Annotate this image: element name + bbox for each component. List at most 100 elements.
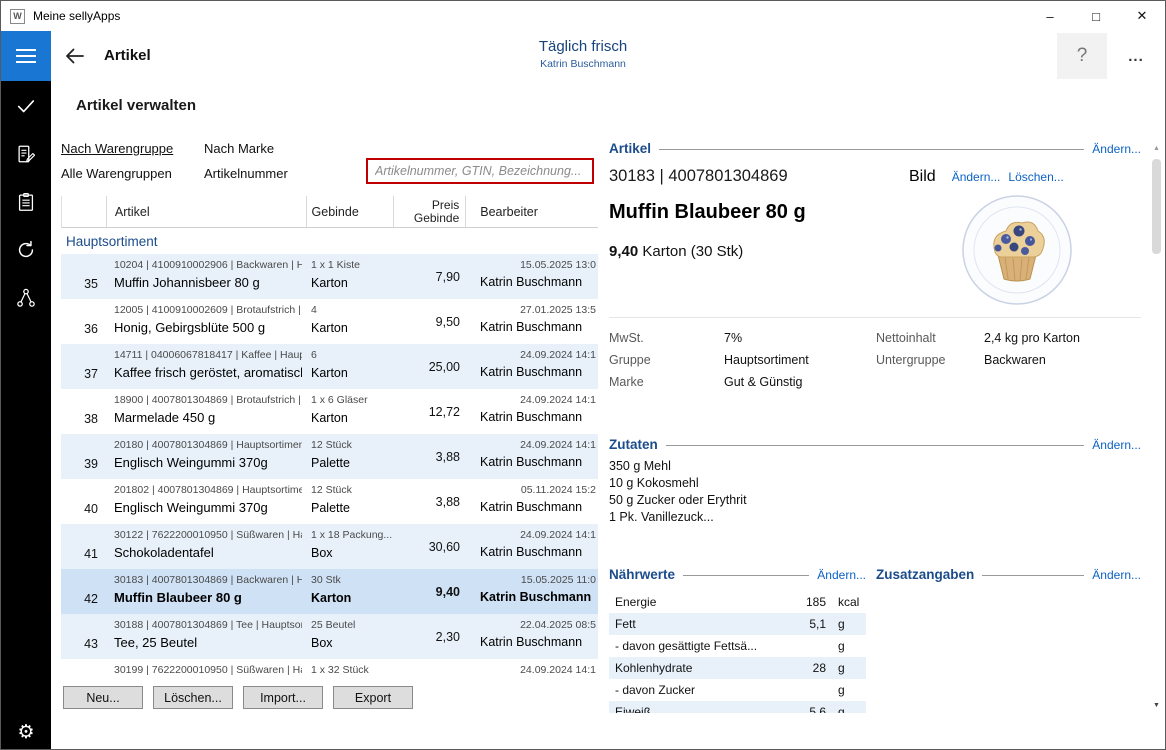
row-price: 2,30 (394, 614, 466, 659)
sync-icon[interactable] (14, 238, 38, 262)
col-header-bearbeiter[interactable]: Bearbeiter (466, 196, 598, 227)
row-bearbeiter: 24.09.2024 14:1 Katrin Buschmann (466, 434, 598, 479)
row-name: Muffin Johannisbeer 80 g (114, 275, 302, 290)
scroll-down-icon[interactable]: ▼ (1149, 698, 1164, 713)
filter-artikelnummer[interactable]: Artikelnummer (204, 166, 288, 181)
group-header-hauptsortiment: Hauptsortiment (61, 228, 598, 254)
filter-tab-marke[interactable]: Nach Marke (204, 141, 274, 156)
row-gebinde: 1 x 6 Gläser Karton (306, 389, 394, 434)
table-row[interactable]: 36 12005 | 4100910002609 | Brotaufstrich… (61, 299, 598, 344)
row-bearbeiter: 24.09.2024 14:1 Katrin Buschmann (466, 524, 598, 569)
article-table: Artikel Gebinde Preis Gebinde Bearbeiter… (61, 196, 598, 680)
article-detail-panel: Artikel Ändern... 30183 | 4007801304869 … (609, 141, 1141, 721)
bild-section-title: Bild (909, 168, 936, 186)
table-row[interactable]: 41 30122 | 7622200010950 | Süßwaren | Ha… (61, 524, 598, 569)
detail-scrollbar[interactable]: ▲ ▼ (1149, 141, 1164, 713)
mwst-value: 7% (724, 331, 742, 345)
row-artikel: 10204 | 4100910002906 | Backwaren | Hau.… (106, 254, 306, 299)
maximize-button[interactable]: □ (1073, 1, 1119, 31)
section-title: Artikel verwalten (76, 97, 196, 114)
row-bearbeiter: 05.11.2024 15:2 Katrin Buschmann (466, 479, 598, 524)
ingredient-item: 10 g Kokosmehl (609, 475, 747, 492)
naehrwerte-section-header: Nährwerte Ändern... (609, 567, 866, 582)
import-button[interactable]: Import... (243, 686, 323, 709)
search-input[interactable] (366, 158, 594, 184)
mwst-label: MwSt. (609, 331, 724, 345)
app-window: W Meine sellyApps – □ ✕ Artikel Täglich … (0, 0, 1166, 750)
edit-note-icon[interactable] (14, 142, 38, 166)
row-number: 37 (61, 344, 106, 389)
row-artikel: 30199 | 7622200010950 | Süßwaren | Hau..… (106, 659, 306, 680)
row-artikel: 14711 | 04006067818417 | Kaffee | Haupts… (106, 344, 306, 389)
col-header-gebinde[interactable]: Gebinde (307, 196, 395, 227)
row-bearbeiter: 24.09.2024 14:1 (466, 659, 598, 680)
row-number: 44 (61, 659, 106, 680)
article-price-unit: Karton (30 Stk) (638, 243, 743, 260)
untergruppe-label: Untergruppe (876, 353, 984, 367)
filter-all-warengruppen[interactable]: Alle Warengruppen (61, 166, 172, 181)
table-row[interactable]: 43 30188 | 4007801304869 | Tee | Hauptso… (61, 614, 598, 659)
delete-button[interactable]: Löschen... (153, 686, 233, 709)
zutaten-change-link[interactable]: Ändern... (1092, 438, 1141, 452)
more-button[interactable]: ... (1115, 37, 1157, 75)
sidebar: ⚙ (1, 81, 51, 750)
naehrwerte-change-link[interactable]: Ändern... (817, 568, 866, 582)
page-title: Artikel (104, 47, 151, 64)
table-row[interactable]: 38 18900 | 4007801304869 | Brotaufstrich… (61, 389, 598, 434)
zusatzangaben-section-header: Zusatzangaben Ändern... (876, 567, 1141, 582)
scroll-up-icon[interactable]: ▲ (1149, 141, 1164, 156)
help-button[interactable]: ? (1057, 33, 1107, 79)
export-button[interactable]: Export (333, 686, 413, 709)
article-image-muffin (961, 194, 1073, 306)
nutrition-row: - davon Zucker g (609, 679, 866, 701)
zusatzangaben-change-link[interactable]: Ändern... (1092, 568, 1141, 582)
bild-section-header: Bild Ändern... Löschen... (909, 168, 1141, 186)
gruppe-label: Gruppe (609, 353, 724, 367)
bild-delete-link[interactable]: Löschen... (1008, 170, 1063, 184)
row-gebinde: 12 Stück Palette (306, 434, 394, 479)
bild-change-link[interactable]: Ändern... (952, 170, 1001, 184)
share-icon[interactable] (14, 286, 38, 310)
table-row[interactable]: 44 30199 | 7622200010950 | Süßwaren | Ha… (61, 659, 598, 680)
settings-gear-icon[interactable]: ⚙ (17, 721, 34, 743)
menu-button[interactable] (1, 31, 51, 81)
scrollbar-thumb[interactable] (1152, 159, 1161, 254)
row-number: 38 (61, 389, 106, 434)
row-price (394, 659, 466, 680)
clipboard-icon[interactable] (14, 190, 38, 214)
row-bearbeiter: 24.09.2024 14:1 Katrin Buschmann (466, 389, 598, 434)
check-icon[interactable] (14, 94, 38, 118)
hamburger-icon (16, 49, 36, 51)
col-header-preis[interactable]: Preis Gebinde (394, 196, 466, 227)
row-artikel: 30188 | 4007801304869 | Tee | Hauptsorti… (106, 614, 306, 659)
table-row[interactable]: 39 20180 | 4007801304869 | Hauptsortimen… (61, 434, 598, 479)
nutrition-table: Energie 185 kcal Fett 5,1 g - davon gesä… (609, 591, 866, 713)
naehrwerte-section-title: Nährwerte (609, 567, 675, 582)
row-price: 9,40 (394, 569, 466, 614)
row-number: 40 (61, 479, 106, 524)
article-name: Muffin Blaubeer 80 g (609, 201, 806, 224)
new-button[interactable]: Neu... (63, 686, 143, 709)
marke-label: Marke (609, 375, 724, 389)
minimize-button[interactable]: – (1027, 1, 1073, 31)
back-button[interactable] (63, 44, 87, 68)
col-header-artikel[interactable]: Artikel (107, 196, 307, 227)
nutrition-row: Energie 185 kcal (609, 591, 866, 613)
ingredient-item: 1 Pk. Vanillezuck... (609, 509, 747, 526)
nutrition-row: - davon gesättigte Fettsä... g (609, 635, 866, 657)
table-row-selected[interactable]: 42 30183 | 4007801304869 | Backwaren | H… (61, 569, 598, 614)
artikel-change-link[interactable]: Ändern... (1092, 142, 1141, 156)
table-row[interactable]: 35 10204 | 4100910002906 | Backwaren | H… (61, 254, 598, 299)
untergruppe-value: Backwaren (984, 353, 1046, 367)
table-row[interactable]: 40 201802 | 4007801304869 | Hauptsortime… (61, 479, 598, 524)
row-number: 41 (61, 524, 106, 569)
filter-tab-warengruppe[interactable]: Nach Warengruppe (61, 141, 173, 156)
row-gebinde: 4 Karton (306, 299, 394, 344)
company-header: Täglich frisch Katrin Buschmann (1, 38, 1165, 70)
artikel-section-title: Artikel (609, 141, 651, 156)
row-bearbeiter: 15.05.2025 13:0 Katrin Buschmann (466, 254, 598, 299)
ingredient-item: 50 g Zucker oder Erythrit (609, 492, 747, 509)
table-row[interactable]: 37 14711 | 04006067818417 | Kaffee | Hau… (61, 344, 598, 389)
row-price: 12,72 (394, 389, 466, 434)
close-button[interactable]: ✕ (1119, 1, 1165, 31)
